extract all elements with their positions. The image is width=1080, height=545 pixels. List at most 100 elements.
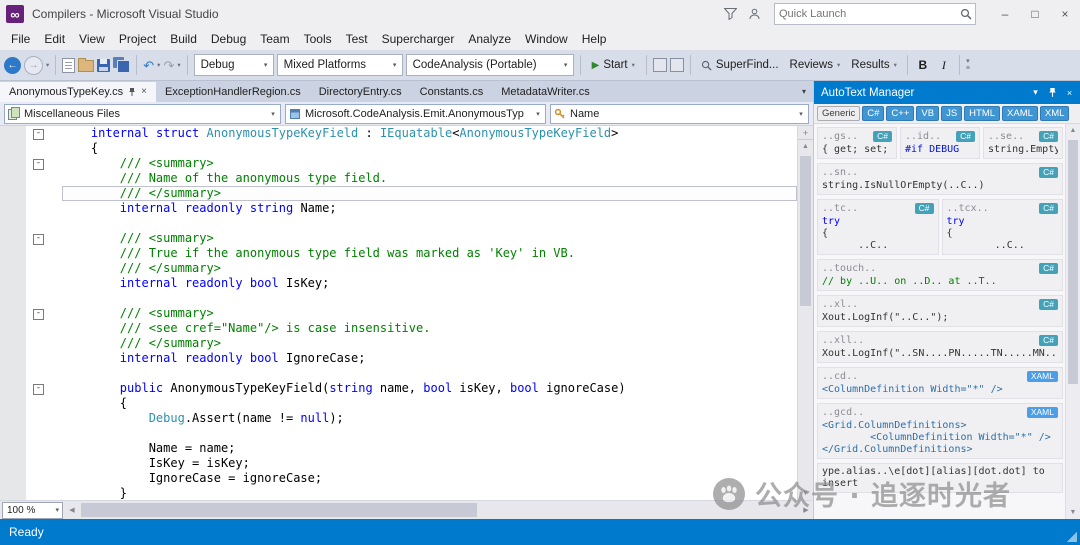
snippet-card[interactable]: ..se.. C# string.Empty (983, 127, 1063, 159)
toolbar-overflow-button[interactable]: ▾ ≡ (966, 58, 970, 72)
snippet-card[interactable]: ..gs.. C# { get; set; } (817, 127, 897, 159)
project-scope-dropdown[interactable]: Miscellaneous Files ▾ (4, 103, 281, 124)
scrollbar-track[interactable] (798, 153, 813, 487)
quick-launch-box[interactable] (774, 3, 976, 25)
redo-icon[interactable]: ↷ (163, 59, 174, 72)
code-line[interactable] (62, 426, 797, 441)
code-line[interactable]: /// <summary> (62, 306, 797, 321)
filter-csharp[interactable]: C# (862, 106, 885, 121)
chevron-down-icon[interactable]: ▾ (157, 61, 160, 69)
code-line[interactable]: /// <summary> (62, 156, 797, 171)
scroll-down-icon[interactable]: ▼ (798, 487, 813, 500)
menu-item-project[interactable]: Project (112, 28, 163, 50)
fold-collapse-icon[interactable]: - (33, 309, 44, 320)
code-line[interactable]: } (62, 486, 797, 500)
superfind-button[interactable]: SuperFind... (697, 59, 783, 71)
snippet-card[interactable]: ..sn.. C# string.IsNullOrEmpty(..C..) (817, 163, 1063, 195)
code-line[interactable]: Name = name; (62, 441, 797, 456)
filter-cpp[interactable]: C++ (886, 106, 915, 121)
snippet-card[interactable]: ..tc.. C# try{ ..C.. (817, 199, 939, 255)
start-debugging-button[interactable]: ▶ Start ▾ (587, 59, 640, 71)
snippet-card[interactable]: ..id.. C# #if DEBUG (900, 127, 980, 159)
code-line[interactable]: public AnonymousTypeKeyField(string name… (62, 381, 797, 396)
fold-collapse-icon[interactable]: - (33, 129, 44, 140)
scroll-up-icon[interactable]: ▲ (798, 140, 813, 153)
startup-project-dropdown[interactable]: CodeAnalysis (Portable) ▾ (405, 54, 574, 76)
pin-icon[interactable] (1044, 84, 1061, 101)
code-line[interactable]: internal readonly bool IgnoreCase; (62, 351, 797, 366)
fold-collapse-icon[interactable]: - (33, 234, 44, 245)
close-icon[interactable]: × (1061, 84, 1078, 101)
code-line[interactable] (62, 366, 797, 381)
code-line[interactable]: { (62, 141, 797, 156)
code-line[interactable]: internal struct AnonymousTypeKeyField : … (62, 126, 797, 141)
code-line[interactable]: /// <summary> (62, 231, 797, 246)
code-line[interactable]: /// </summary> (62, 261, 797, 276)
menu-item-build[interactable]: Build (163, 28, 204, 50)
quick-launch-input[interactable] (775, 8, 957, 20)
filter-xaml[interactable]: XAML (1002, 106, 1038, 121)
code-line[interactable]: /// True if the anonymous type field was… (62, 246, 797, 261)
snippet-card[interactable]: ..gcd.. XAML <Grid.ColumnDefinitions> <Col… (817, 403, 1063, 459)
code-editor[interactable]: internal struct AnonymousTypeKeyField : … (52, 126, 797, 500)
save-icon[interactable] (97, 58, 111, 72)
menu-item-file[interactable]: File (4, 28, 37, 50)
menu-item-tools[interactable]: Tools (297, 28, 339, 50)
filter-vb[interactable]: VB (916, 106, 940, 121)
snippet-card[interactable]: ..tcx.. C# try{ ..C.. (941, 199, 1063, 255)
scroll-up-icon[interactable]: ▲ (1066, 124, 1080, 137)
undo-icon[interactable]: ↶ (143, 59, 154, 72)
tab-list-dropdown-icon[interactable]: ▾ (795, 87, 813, 96)
menu-item-edit[interactable]: Edit (37, 28, 72, 50)
navigate-forward-icon[interactable]: → (24, 55, 43, 75)
save-all-icon[interactable] (113, 57, 131, 73)
type-dropdown[interactable]: Microsoft.CodeAnalysis.Emit.AnonymousTyp… (285, 103, 546, 124)
fold-margin[interactable]: - - - - - (26, 126, 52, 500)
scroll-right-icon[interactable]: ▶ (799, 506, 813, 514)
notifications-filter-icon[interactable] (720, 5, 740, 23)
code-line[interactable]: /// Name of the anonymous type field. (62, 171, 797, 186)
bold-button[interactable]: B (914, 58, 932, 72)
scrollbar-thumb[interactable] (1068, 140, 1078, 384)
menu-item-debug[interactable]: Debug (204, 28, 253, 50)
solution-platform-dropdown[interactable]: Mixed Platforms ▾ (276, 54, 403, 76)
search-icon[interactable] (957, 8, 975, 20)
chevron-down-icon[interactable]: ▾ (177, 61, 180, 69)
filter-js[interactable]: JS (941, 106, 963, 121)
breakpoint-margin[interactable] (0, 126, 26, 500)
pin-icon[interactable] (128, 87, 136, 97)
new-file-icon[interactable] (62, 57, 76, 73)
menu-item-window[interactable]: Window (518, 28, 575, 50)
close-button[interactable]: × (1050, 0, 1080, 28)
reviews-dropdown[interactable]: Reviews ▾ (786, 59, 845, 71)
snippet-card[interactable]: ype.alias..\e[dot][alias][dot.dot] to ins… (817, 463, 1063, 493)
scrollbar-thumb[interactable] (800, 156, 811, 307)
code-line[interactable]: IgnoreCase = ignoreCase; (62, 471, 797, 486)
code-line[interactable]: internal readonly bool IsKey; (62, 276, 797, 291)
snippet-card[interactable]: ..xl.. C# Xout.LogInf("..C.."); (817, 295, 1063, 327)
document-tab[interactable]: DirectoryEntry.cs (310, 82, 411, 102)
horizontal-scrollbar-track[interactable] (79, 501, 799, 519)
open-file-icon[interactable] (78, 58, 95, 72)
navigate-back-icon[interactable]: ← (4, 56, 21, 74)
code-line[interactable]: IsKey = isKey; (62, 456, 797, 471)
resize-grip[interactable] (1067, 532, 1077, 542)
scrollbar-track[interactable] (1066, 137, 1080, 506)
snippet-card[interactable]: ..xll.. C# Xout.LogInf("..SN....PN.....TN.… (817, 331, 1063, 363)
code-line[interactable] (62, 216, 797, 231)
code-line[interactable]: { (62, 396, 797, 411)
document-tab[interactable]: Constants.cs (411, 82, 493, 102)
document-tab[interactable]: MetadataWriter.cs (492, 82, 598, 102)
italic-button[interactable]: I (935, 58, 953, 73)
scroll-down-icon[interactable]: ▼ (1066, 506, 1080, 519)
editor-vertical-scrollbar[interactable]: + ▲ ▼ (797, 126, 813, 500)
toolbar-icon[interactable] (652, 58, 667, 72)
document-tab[interactable]: AnonymousTypeKey.cs × (0, 82, 156, 102)
menu-item-view[interactable]: View (72, 28, 112, 50)
fold-collapse-icon[interactable]: - (33, 384, 44, 395)
window-position-icon[interactable]: ▾ (1027, 84, 1044, 101)
maximize-button[interactable]: □ (1020, 0, 1050, 28)
filter-html[interactable]: HTML (964, 106, 1001, 121)
menu-item-team[interactable]: Team (253, 28, 296, 50)
close-icon[interactable]: × (141, 87, 147, 97)
